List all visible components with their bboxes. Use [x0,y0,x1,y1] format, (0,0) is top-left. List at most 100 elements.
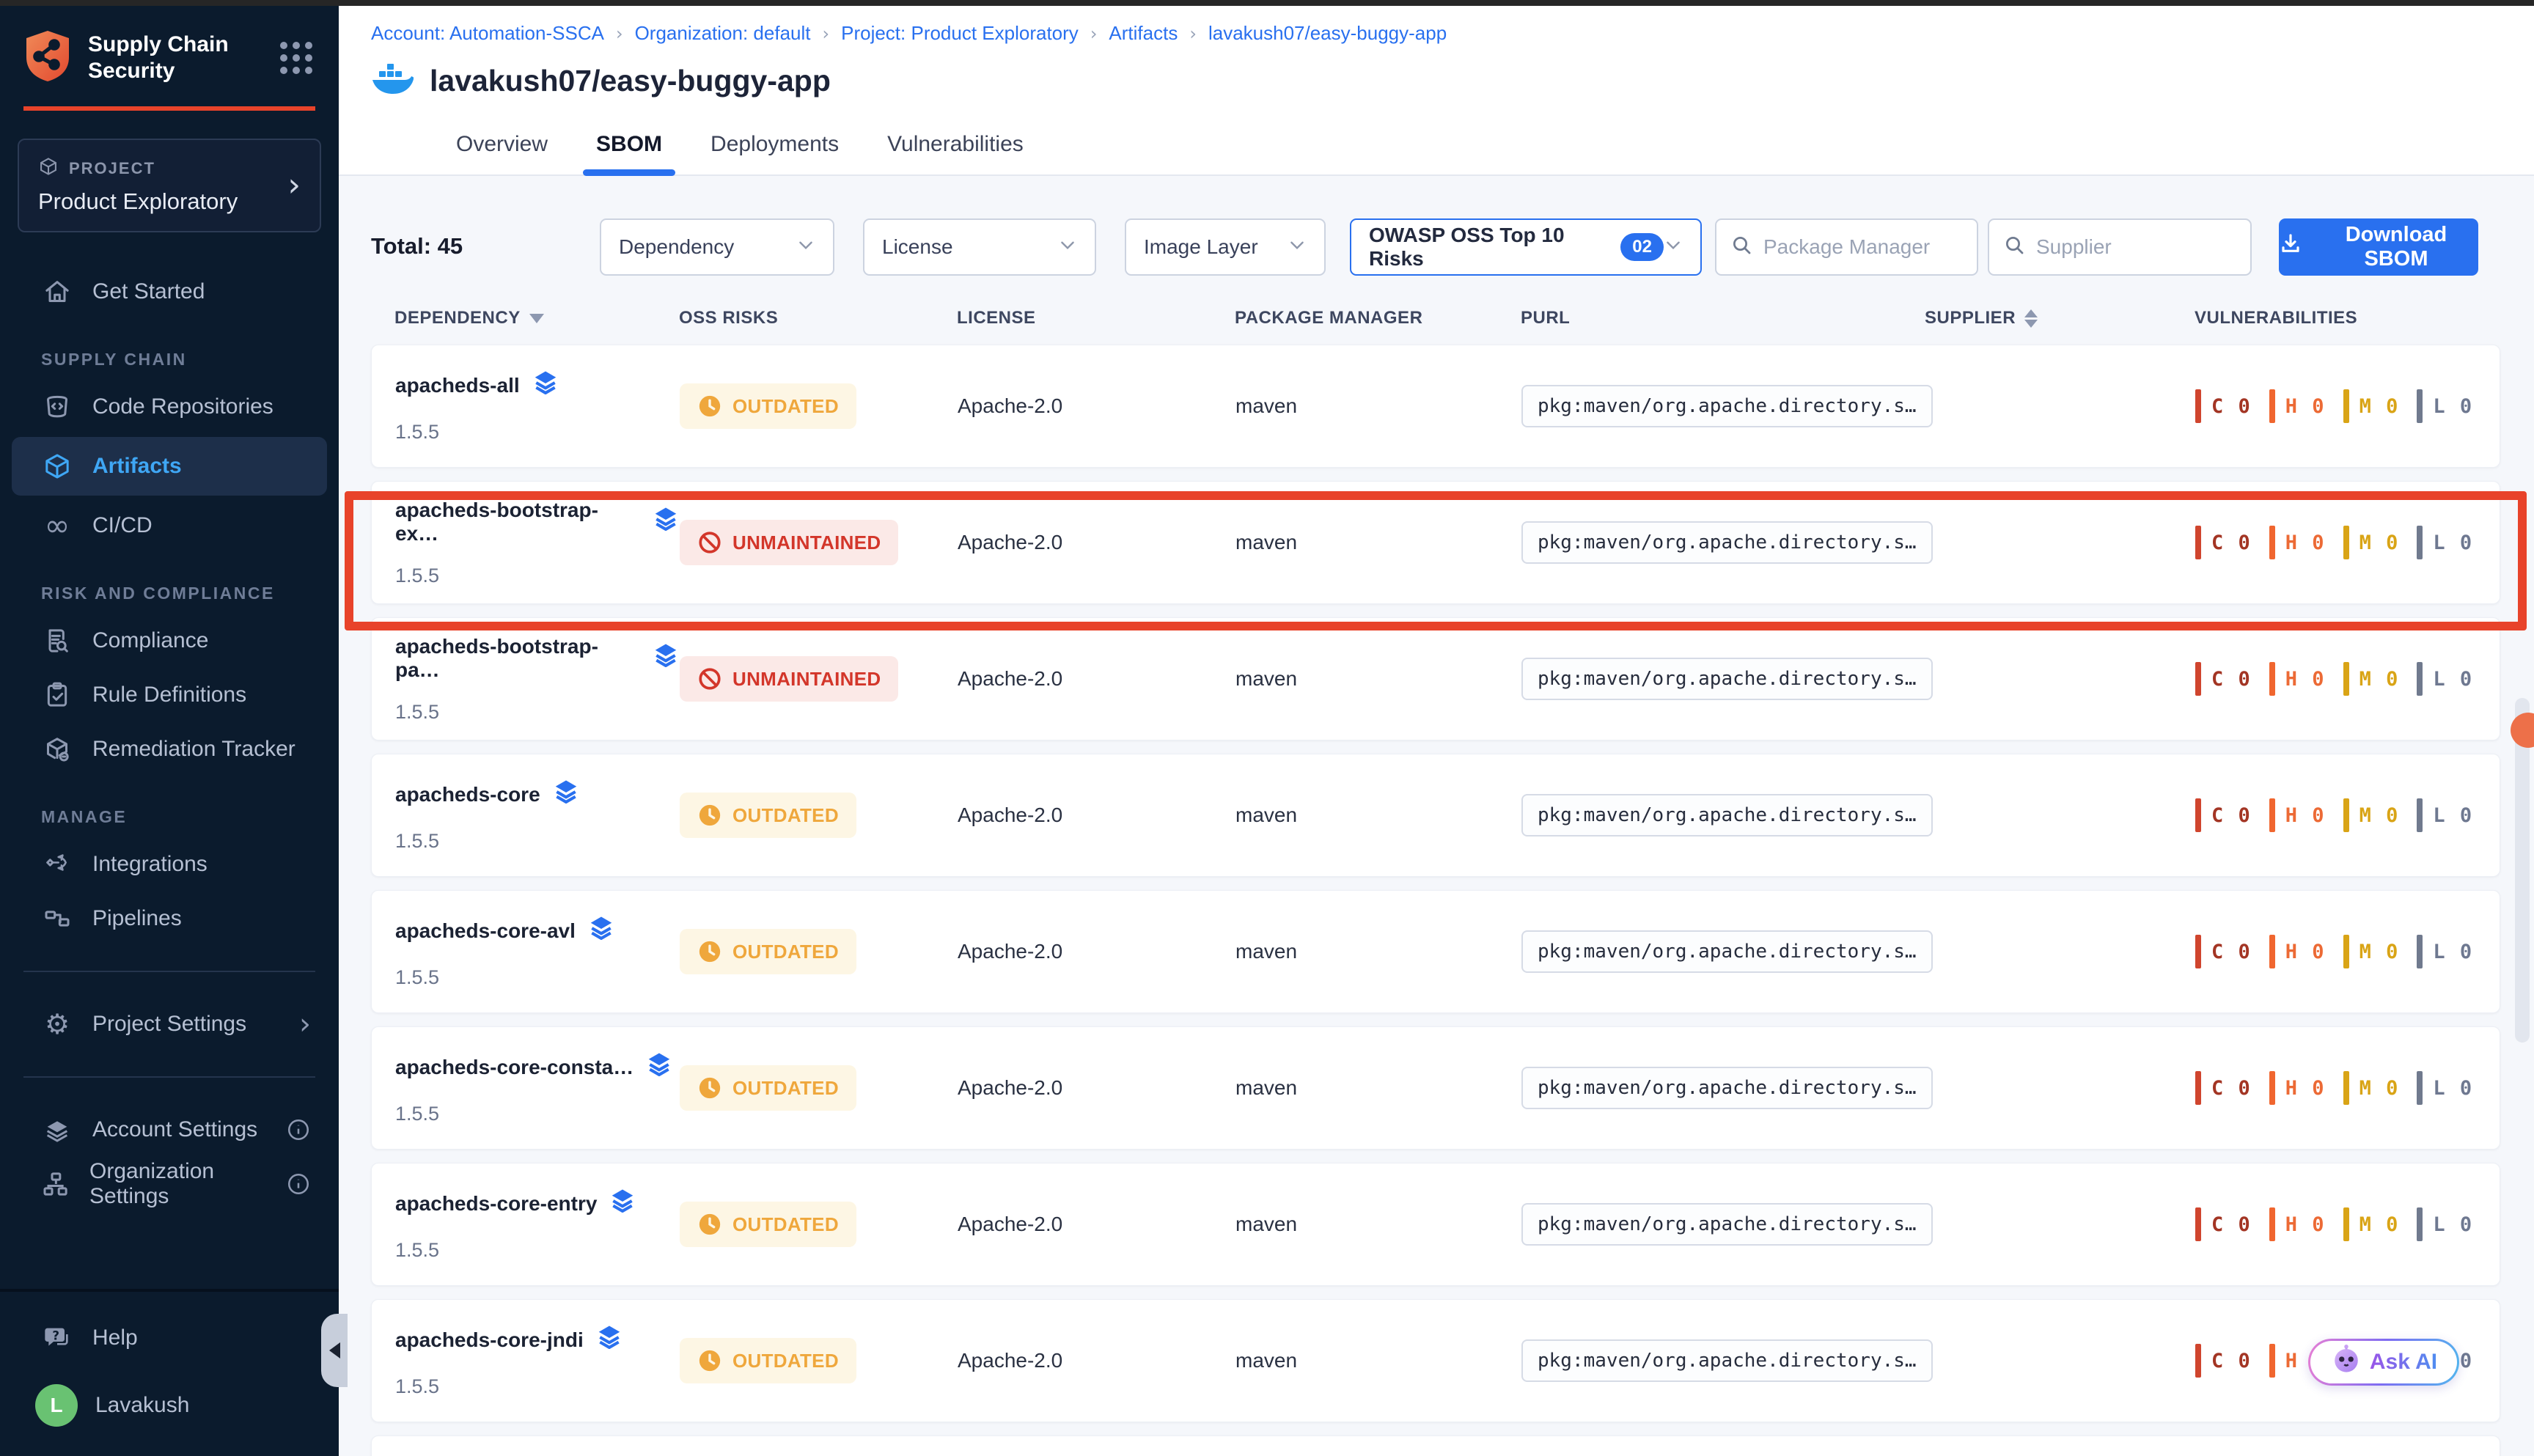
avatar: L [35,1384,78,1427]
severity-value: M 0 [2359,941,2400,963]
ask-ai-button[interactable]: Ask AI [2308,1339,2459,1386]
user-menu[interactable]: L Lavakush [0,1365,339,1456]
sidebar-item-ci-cd[interactable]: ∞CI/CD [0,499,339,553]
sidebar-item-account-settings[interactable]: Account Settings [0,1103,339,1157]
purl-pill[interactable]: pkg:maven/org.apache.directory.s… [1521,1203,1933,1246]
purl-cell: pkg:maven/org.apache.directory.s… [1521,521,1925,564]
sidebar-item-artifacts[interactable]: Artifacts [12,437,327,496]
sidebar-item-rule-definitions[interactable]: Rule Definitions [0,668,339,722]
license-cell: Apache-2.0 [958,1213,1235,1236]
purl-pill[interactable]: pkg:maven/org.apache.directory.s… [1521,930,1933,973]
severity-count-c: C 0 [2195,1071,2252,1105]
dependency-cell: apacheds-core-consta…1.5.5 [395,1051,680,1125]
download-sbom-button[interactable]: Download SBOM [2279,218,2478,276]
sidebar-item-compliance[interactable]: Compliance [0,614,339,668]
filter-select-image-layer[interactable]: Image Layer [1125,218,1326,276]
project-selector[interactable]: PROJECT Product Exploratory › [18,139,321,232]
severity-bar [2417,935,2423,968]
column-label: PACKAGE MANAGER [1235,308,1422,328]
filter-select-dependency[interactable]: Dependency [600,218,834,276]
table-row[interactable]: apacheds-core-avl1.5.5OUTDATEDApache-2.0… [371,890,2500,1013]
dependency-name[interactable]: apacheds-core-consta… [395,1051,680,1084]
severity-bar [2269,389,2275,423]
breadcrumb-link[interactable]: Artifacts [1109,22,1178,45]
breadcrumb-separator-icon: › [823,23,830,44]
sidebar-item-project-settings[interactable]: ⚙ Project Settings › [0,997,339,1051]
tab-sbom[interactable]: SBOM [593,122,665,174]
tab-deployments[interactable]: Deployments [708,122,842,174]
filter-select-license[interactable]: License [863,218,1096,276]
project-cube-icon [38,156,59,181]
table-row[interactable]: apacheds-all1.5.5OUTDATEDApache-2.0maven… [371,345,2500,468]
severity-value: H 0 [2285,1213,2326,1236]
sidebar-item-pipelines[interactable]: Pipelines [0,891,339,946]
purl-pill[interactable]: pkg:maven/org.apache.directory.s… [1521,1067,1933,1109]
table-row[interactable]: apacheds-core-consta…1.5.5OUTDATEDApache… [371,1026,2500,1150]
table-row[interactable]: apacheds-core-jndi1.5.5OUTDATEDApache-2.… [371,1299,2500,1422]
sidebar-item-remediation-tracker[interactable]: Remediation Tracker [0,722,339,776]
dependency-name[interactable]: apacheds-core-entry [395,1187,680,1220]
risk-badge: OUTDATED [680,1065,856,1111]
info-icon[interactable] [286,1172,311,1196]
sidebar-item-help[interactable]: ? Help [0,1311,339,1365]
filter-select-owasp[interactable]: OWASP OSS Top 10 Risks02 [1350,218,1702,276]
purl-pill[interactable]: pkg:maven/org.apache.directory.s… [1521,385,1933,427]
license-cell: Apache-2.0 [958,940,1235,963]
tab-bar: Overview SBOM Deployments Vulnerabilities [453,122,2534,174]
table-row[interactable]: apacheds-bootstrap-pa…1.5.5UNMAINTAINEDA… [371,617,2500,740]
module-switcher-icon[interactable] [280,42,312,74]
risk-label: OUTDATED [732,941,839,963]
column-header-supplier[interactable]: SUPPLIER [1925,308,2195,328]
breadcrumb-link[interactable]: lavakush07/easy-buggy-app [1208,22,1447,45]
dependency-name[interactable]: apacheds-core-jndi [395,1323,680,1356]
purl-pill[interactable]: pkg:maven/org.apache.directory.s… [1521,1339,1933,1382]
sidebar-item-label: Help [92,1326,138,1350]
purl-pill[interactable]: pkg:maven/org.apache.directory.s… [1521,794,1933,837]
severity-value: L 0 [2433,532,2473,554]
info-icon[interactable] [286,1117,311,1142]
table-row[interactable]: apacheds-bootstrap-ex…1.5.5UNMAINTAINEDA… [371,481,2500,604]
dependency-name[interactable]: apacheds-all [395,369,680,402]
arrow-left-icon [329,1342,340,1358]
dependency-name[interactable]: apacheds-core-avl [395,914,680,947]
severity-value: M 0 [2359,1213,2400,1236]
search-input-supplier[interactable] [2036,235,2236,259]
breadcrumb-link[interactable]: Organization: default [635,22,811,45]
tab-vulnerabilities[interactable]: Vulnerabilities [884,122,1027,174]
purl-pill[interactable]: pkg:maven/org.apache.directory.s… [1521,658,1933,700]
dependency-name[interactable]: apacheds-core [395,778,680,811]
breadcrumb-link[interactable]: Project: Product Exploratory [841,22,1079,45]
vulnerabilities-cell: C 0H 0M 0L 0 [2195,1071,2500,1105]
sidebar-item-organization-settings[interactable]: Organization Settings [0,1157,339,1211]
dependency-name[interactable]: apacheds-bootstrap-pa… [395,635,680,682]
table-row[interactable]: apacheds-core-entry1.5.5OUTDATEDApache-2… [371,1163,2500,1286]
severity-value: C 0 [2211,668,2252,691]
vulnerabilities-cell: C 0H 0M 0L 0 [2195,662,2500,696]
sidebar: Supply Chain Security PROJECT Product Ex… [0,0,339,1456]
column-header-license: LICENSE [957,308,1235,328]
scrollbar-thumb[interactable] [2515,698,2530,1043]
column-header-dependency[interactable]: DEPENDENCY [394,308,679,328]
layers-icon [552,778,580,811]
table-row[interactable]: apacheds-core1.5.5OUTDATEDApache-2.0mave… [371,754,2500,877]
sidebar-item-code-repositories[interactable]: Code Repositories [0,380,339,434]
severity-value: C 0 [2211,532,2252,554]
repo-icon [41,392,73,422]
sidebar-item-get-started[interactable]: Get Started [0,265,339,319]
breadcrumb: Account: Automation-SSCA › Organization: d… [371,22,2534,45]
tab-overview[interactable]: Overview [453,122,551,174]
chevron-right-icon: › [299,1007,311,1041]
brand-divider [23,106,315,111]
dependency-name[interactable]: apacheds-bootstrap-ex… [395,499,680,545]
dependency-version: 1.5.5 [395,421,680,444]
severity-bar [2269,1071,2275,1105]
breadcrumb-link[interactable]: Account: Automation-SSCA [371,22,604,45]
search-input-package-manager[interactable] [1763,235,1962,259]
severity-count-h: H 0 [2269,526,2326,559]
table-row[interactable]: apacheds-core-shared1.5.5OUTDATEDApache-… [371,1435,2500,1456]
sidebar-collapse-toggle[interactable] [321,1314,348,1387]
purl-pill[interactable]: pkg:maven/org.apache.directory.s… [1521,521,1933,564]
vulnerabilities-cell: C 0H 0M 0L 0 [2195,798,2500,832]
severity-value: H 0 [2285,804,2326,827]
sidebar-item-integrations[interactable]: Integrations [0,837,339,891]
